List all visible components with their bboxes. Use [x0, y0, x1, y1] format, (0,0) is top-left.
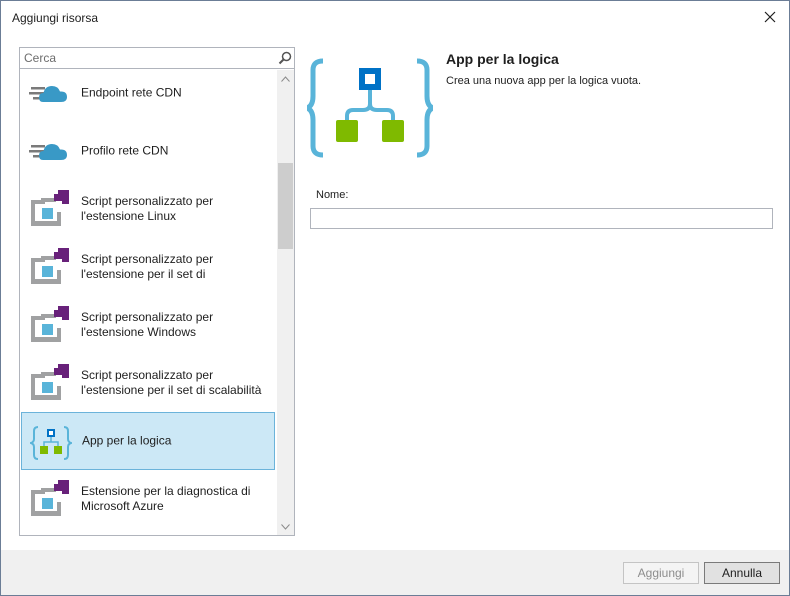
close-icon[interactable] — [759, 6, 781, 28]
list-item[interactable]: Script personalizzato per l'estensione p… — [21, 354, 275, 412]
list-item[interactable]: Profilo rete CDN — [21, 122, 275, 180]
title-bar: Aggiungi risorsa — [1, 1, 789, 33]
name-field[interactable] — [310, 208, 773, 229]
detail-description: Crea una nuova app per la logica vuota. — [446, 75, 642, 87]
name-label: Nome: — [316, 189, 349, 201]
scroll-down-icon[interactable] — [277, 518, 294, 535]
scroll-up-icon[interactable] — [277, 70, 294, 87]
cdn-cloud-icon — [29, 72, 71, 114]
dialog-title: Aggiungi risorsa — [12, 11, 99, 25]
list-item[interactable]: App per la logica — [21, 412, 275, 470]
cdn-cloud-icon — [29, 130, 71, 172]
vm-extension-icon — [29, 188, 71, 230]
list-item-label: Endpoint rete CDN — [81, 85, 182, 100]
list-scrollbar[interactable] — [277, 70, 294, 535]
logic-app-icon — [27, 421, 75, 463]
add-button[interactable]: Aggiungi — [623, 562, 699, 584]
list-item-label: App per la logica — [82, 433, 172, 448]
search-box — [20, 48, 294, 69]
list-item[interactable]: Script personalizzato per l'estensione L… — [21, 180, 275, 238]
logic-app-large-icon — [307, 58, 433, 158]
scrollbar-thumb[interactable] — [278, 163, 293, 249]
list-item-label: Script personalizzato per l'estensione W… — [81, 310, 214, 339]
list-item-label: Script personalizzato per l'estensione p… — [81, 368, 262, 397]
detail-title: App per la logica — [446, 51, 559, 67]
list-item[interactable]: Endpoint rete CDN — [21, 70, 275, 122]
vm-extension-icon — [29, 304, 71, 346]
vm-extension-icon — [29, 478, 71, 520]
list-item[interactable]: Estensione per la diagnostica di Microso… — [21, 470, 275, 528]
vm-extension-icon — [29, 362, 71, 404]
dialog-footer: Aggiungi Annulla — [1, 550, 789, 595]
list-item-label: Profilo rete CDN — [81, 143, 169, 158]
resource-list: Endpoint rete CDN Profilo rete CDN Script … — [20, 70, 277, 535]
list-item-label: Script personalizzato per l'estensione L… — [81, 194, 214, 223]
list-item[interactable]: Script personalizzato per l'estensione W… — [21, 296, 275, 354]
vm-extension-icon — [29, 246, 71, 288]
search-icon[interactable] — [278, 51, 292, 65]
list-item[interactable]: Script personalizzato per l'estensione p… — [21, 238, 275, 296]
resource-list-panel: Endpoint rete CDN Profilo rete CDN Script … — [19, 47, 295, 536]
list-item-label: Estensione per la diagnostica di Microso… — [81, 484, 251, 513]
list-item-label: Script personalizzato per l'estensione p… — [81, 252, 214, 281]
add-resource-dialog: Aggiungi risorsa Endpoint rete CDN Profil… — [0, 0, 790, 596]
cancel-button[interactable]: Annulla — [704, 562, 780, 584]
search-input[interactable] — [20, 48, 270, 68]
